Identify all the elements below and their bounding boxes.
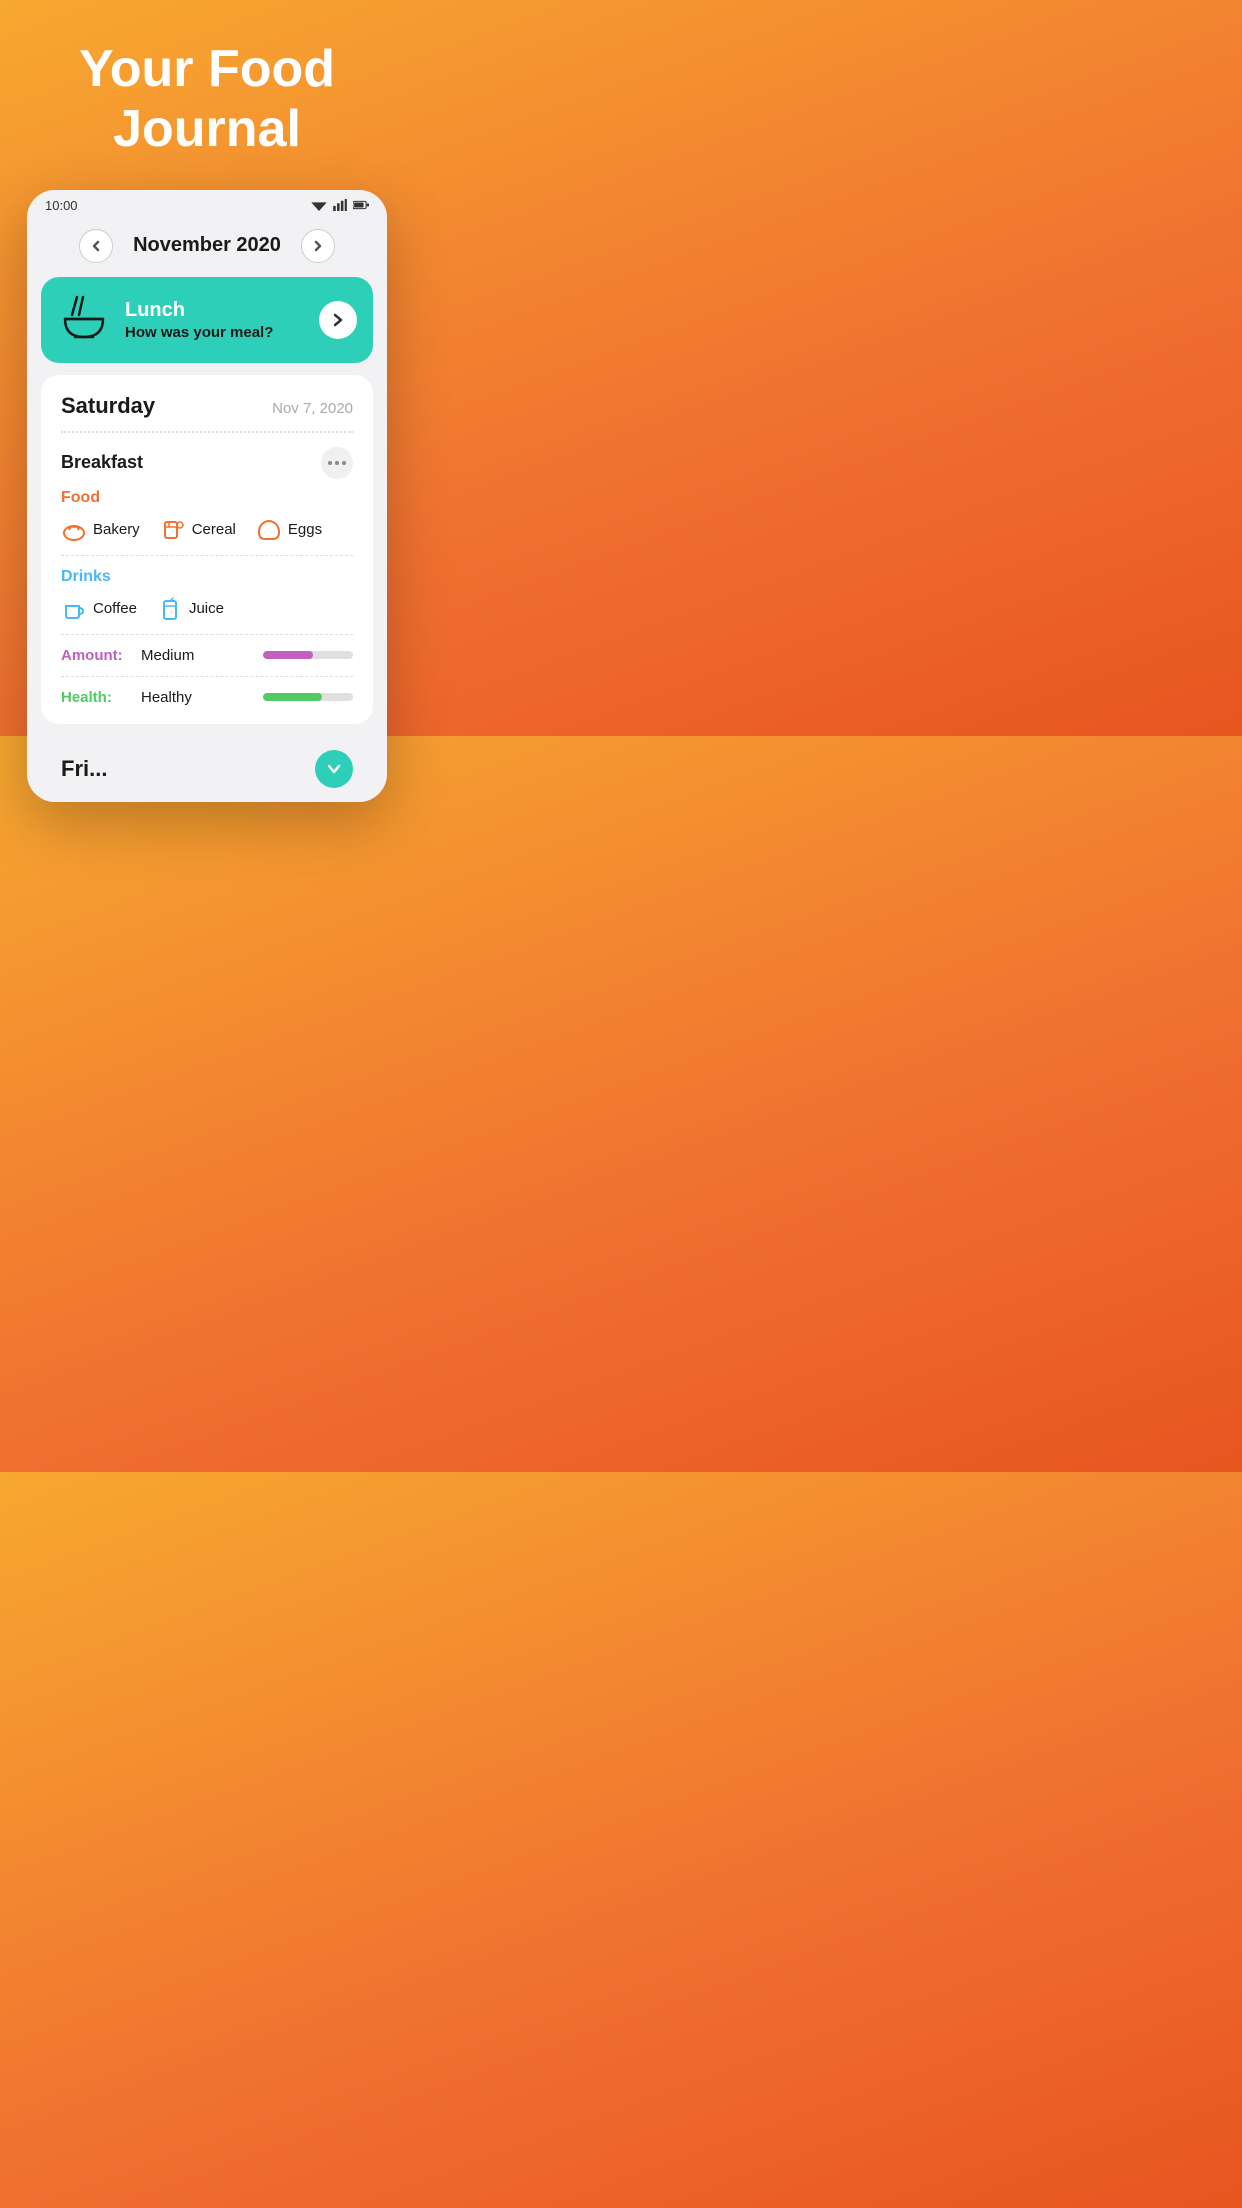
dot (328, 461, 332, 465)
cereal-icon (160, 517, 186, 543)
eggs-icon (256, 517, 282, 543)
day-card: Saturday Nov 7, 2020 Breakfast Food Bake… (41, 375, 373, 724)
chevron-left-icon (90, 240, 102, 252)
lunch-arrow-button[interactable] (319, 301, 357, 339)
food-item-eggs[interactable]: Eggs (256, 517, 322, 543)
dotted-divider (61, 431, 353, 433)
cereal-label: Cereal (192, 521, 236, 538)
dot (335, 461, 339, 465)
status-icons (311, 199, 369, 211)
next-month-button[interactable] (301, 229, 335, 263)
lunch-banner[interactable]: Lunch How was your meal? (41, 277, 373, 363)
health-row: Health: Healthy (61, 689, 353, 706)
signal-icon (332, 199, 348, 211)
chevron-down-icon (327, 762, 341, 776)
friday-peek: Fri... (41, 736, 373, 802)
bowl-icon (57, 293, 111, 347)
amount-bar-bg (263, 651, 353, 659)
battery-icon (353, 199, 369, 211)
health-label: Health: (61, 689, 131, 706)
juice-label: Juice (189, 600, 224, 617)
bakery-label: Bakery (93, 521, 140, 538)
dashed-divider-3 (61, 676, 353, 677)
amount-value: Medium (141, 647, 253, 664)
health-bar-fill (263, 693, 322, 701)
food-items-row: Bakery Cereal Eggs (61, 517, 353, 543)
health-value: Healthy (141, 689, 253, 706)
friday-name: Fri... (61, 756, 107, 782)
month-label: November 2020 (133, 234, 281, 257)
chevron-right-icon (312, 240, 324, 252)
amount-row: Amount: Medium (61, 647, 353, 664)
food-category-label: Food (61, 489, 353, 507)
amount-bar-fill (263, 651, 313, 659)
dashed-divider-2 (61, 634, 353, 635)
month-nav: November 2020 (27, 217, 387, 277)
arrow-right-icon (331, 313, 345, 327)
lunch-title: Lunch (125, 299, 305, 322)
prev-month-button[interactable] (79, 229, 113, 263)
status-time: 10:00 (45, 198, 78, 213)
drink-item-juice[interactable]: Juice (157, 596, 224, 622)
dot (342, 461, 346, 465)
coffee-icon (61, 596, 87, 622)
juice-icon (157, 596, 183, 622)
phone-card: 10:00 No (27, 190, 387, 802)
amount-label: Amount: (61, 647, 131, 664)
more-options-button[interactable] (321, 447, 353, 479)
drink-item-coffee[interactable]: Coffee (61, 596, 137, 622)
meal-name: Breakfast (61, 452, 143, 473)
lunch-subtitle: How was your meal? (125, 324, 305, 341)
drinks-category-label: Drinks (61, 568, 353, 586)
meal-header: Breakfast (61, 447, 353, 479)
drinks-items-row: Coffee Juice (61, 596, 353, 622)
day-date: Nov 7, 2020 (272, 400, 353, 417)
food-item-cereal[interactable]: Cereal (160, 517, 236, 543)
friday-expand-button[interactable] (315, 750, 353, 788)
status-bar: 10:00 (27, 190, 387, 217)
coffee-label: Coffee (93, 600, 137, 617)
day-header: Saturday Nov 7, 2020 (61, 393, 353, 419)
dashed-divider-1 (61, 555, 353, 556)
eggs-label: Eggs (288, 521, 322, 538)
bakery-icon (61, 517, 87, 543)
lunch-text: Lunch How was your meal? (125, 299, 305, 341)
day-name: Saturday (61, 393, 155, 419)
wifi-icon (311, 199, 327, 211)
food-item-bakery[interactable]: Bakery (61, 517, 140, 543)
hero-title: Your Food Journal (0, 0, 414, 190)
health-bar-bg (263, 693, 353, 701)
